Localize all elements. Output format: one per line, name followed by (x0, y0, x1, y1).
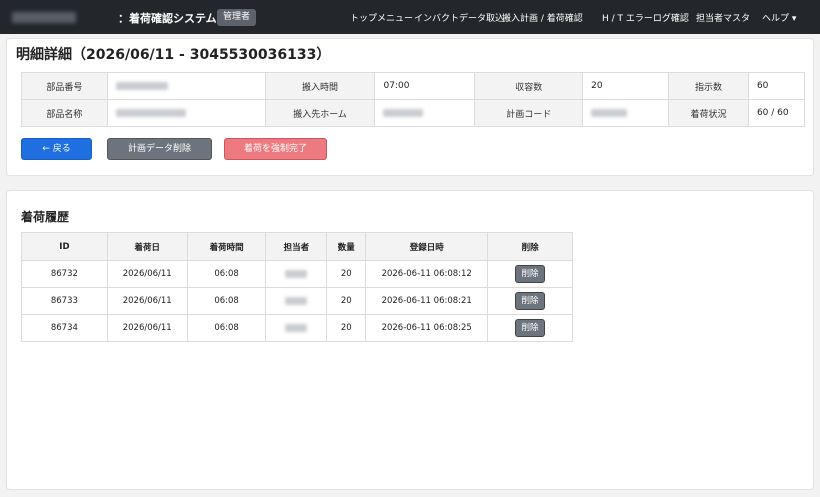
col-registered: 登録日時 (365, 232, 489, 261)
cell-qty: 20 (326, 287, 367, 315)
cell-registered: 2026-06-11 06:08:12 (365, 260, 489, 288)
table-row: 86733 2026/06/11 06:08 20 2026-06-11 06:… (21, 287, 573, 315)
cell-staff (265, 314, 328, 342)
history-table: ID 着荷日 着荷時間 担当者 数量 登録日時 削除 86732 2026/06… (21, 232, 573, 342)
nav-help-dropdown[interactable]: ヘルプ ▾ (762, 11, 796, 24)
redacted-value (383, 108, 424, 117)
cell-time: 06:08 (186, 260, 267, 288)
nav-staff-master[interactable]: 担当者マスタ (696, 11, 750, 24)
cell-qty: 20 (326, 260, 367, 288)
cell-id: 86734 (21, 314, 108, 342)
delivery-home-label: 搬入先ホーム (264, 99, 376, 127)
nav-top-menu[interactable]: トップメニュー (350, 11, 413, 24)
cell-delete: 削除 (487, 260, 573, 288)
cell-id: 86732 (21, 260, 108, 288)
col-qty: 数量 (326, 232, 367, 261)
detail-table: 部品番号 搬入時間 07:00 収容数 20 指示数 60 部品名称 搬入先ホー… (21, 72, 806, 127)
redacted-value (285, 269, 308, 278)
delivery-time-value: 07:00 (374, 72, 476, 100)
back-button[interactable]: ← 戻る (21, 138, 92, 160)
cell-registered: 2026-06-11 06:08:25 (365, 314, 489, 342)
redacted-value (591, 108, 628, 117)
col-date: 着荷日 (106, 232, 188, 261)
cell-registered: 2026-06-11 06:08:21 (365, 287, 489, 315)
received-qty-label: 収容数 (474, 72, 584, 100)
redacted-value (285, 296, 308, 305)
nav-import-data[interactable]: インバクトデータ取込 (414, 11, 504, 24)
history-title: 着荷履歴 (21, 210, 70, 224)
nav-delivery-plan[interactable]: 搬入計画 / 着荷確認 (502, 11, 583, 24)
plan-code-label: 計画コード (474, 99, 584, 127)
cell-time: 06:08 (186, 287, 267, 315)
redacted-value (115, 108, 186, 117)
page-title: 明細詳細（2026/06/11 - 3045530036133） (16, 47, 331, 63)
cell-date: 2026/06/11 (106, 260, 188, 288)
row-delete-button[interactable]: 削除 (515, 319, 546, 337)
detail-row: 部品名称 搬入先ホーム 計画コード 着荷状況 60 / 60 (21, 99, 806, 127)
force-complete-button[interactable]: 着荷を強制完了 (224, 138, 327, 160)
table-row: 86734 2026/06/11 06:08 20 2026-06-11 06:… (21, 314, 573, 342)
row-delete-button[interactable]: 削除 (515, 265, 546, 283)
cell-delete: 削除 (487, 314, 573, 342)
part-name-value (106, 99, 266, 127)
cell-staff (265, 287, 328, 315)
delivery-home-value (374, 99, 476, 127)
top-navbar: ：着荷確認システム 管理者 トップメニュー インバクトデータ取込 搬入計画 / … (0, 0, 820, 34)
received-qty-value: 20 (582, 72, 670, 100)
col-time: 着荷時間 (186, 232, 267, 261)
brand-logo-redacted (12, 12, 76, 23)
cell-date: 2026/06/11 (106, 314, 188, 342)
plan-code-value (582, 99, 670, 127)
col-staff: 担当者 (265, 232, 328, 261)
part-no-label: 部品番号 (21, 72, 108, 100)
arrival-status-label: 着荷状況 (668, 99, 749, 127)
col-delete: 削除 (487, 232, 573, 261)
part-no-value (106, 72, 266, 100)
history-header-row: ID 着荷日 着荷時間 担当者 数量 登録日時 削除 (21, 232, 573, 261)
col-id: ID (21, 232, 108, 261)
cell-delete: 削除 (487, 287, 573, 315)
detail-row: 部品番号 搬入時間 07:00 収容数 20 指示数 60 (21, 72, 806, 100)
delivery-time-label: 搬入時間 (264, 72, 376, 100)
row-delete-button[interactable]: 削除 (515, 292, 546, 310)
nav-ht-error-log[interactable]: H / T エラーログ確認 (602, 11, 689, 24)
part-name-label: 部品名称 (21, 99, 108, 127)
cell-date: 2026/06/11 (106, 287, 188, 315)
arrival-status-value: 60 / 60 (747, 99, 806, 127)
cell-qty: 20 (326, 314, 367, 342)
cell-time: 06:08 (186, 314, 267, 342)
table-row: 86732 2026/06/11 06:08 20 2026-06-11 06:… (21, 260, 573, 288)
cell-id: 86733 (21, 287, 108, 315)
delete-plan-button[interactable]: 計画データ削除 (107, 138, 212, 160)
instruction-qty-value: 60 (747, 72, 806, 100)
redacted-value (115, 81, 168, 90)
cell-staff (265, 260, 328, 288)
instruction-qty-label: 指示数 (668, 72, 749, 100)
app-brand-title[interactable]: ：着荷確認システム (118, 10, 217, 26)
redacted-value (285, 323, 308, 332)
role-badge: 管理者 (217, 9, 257, 26)
